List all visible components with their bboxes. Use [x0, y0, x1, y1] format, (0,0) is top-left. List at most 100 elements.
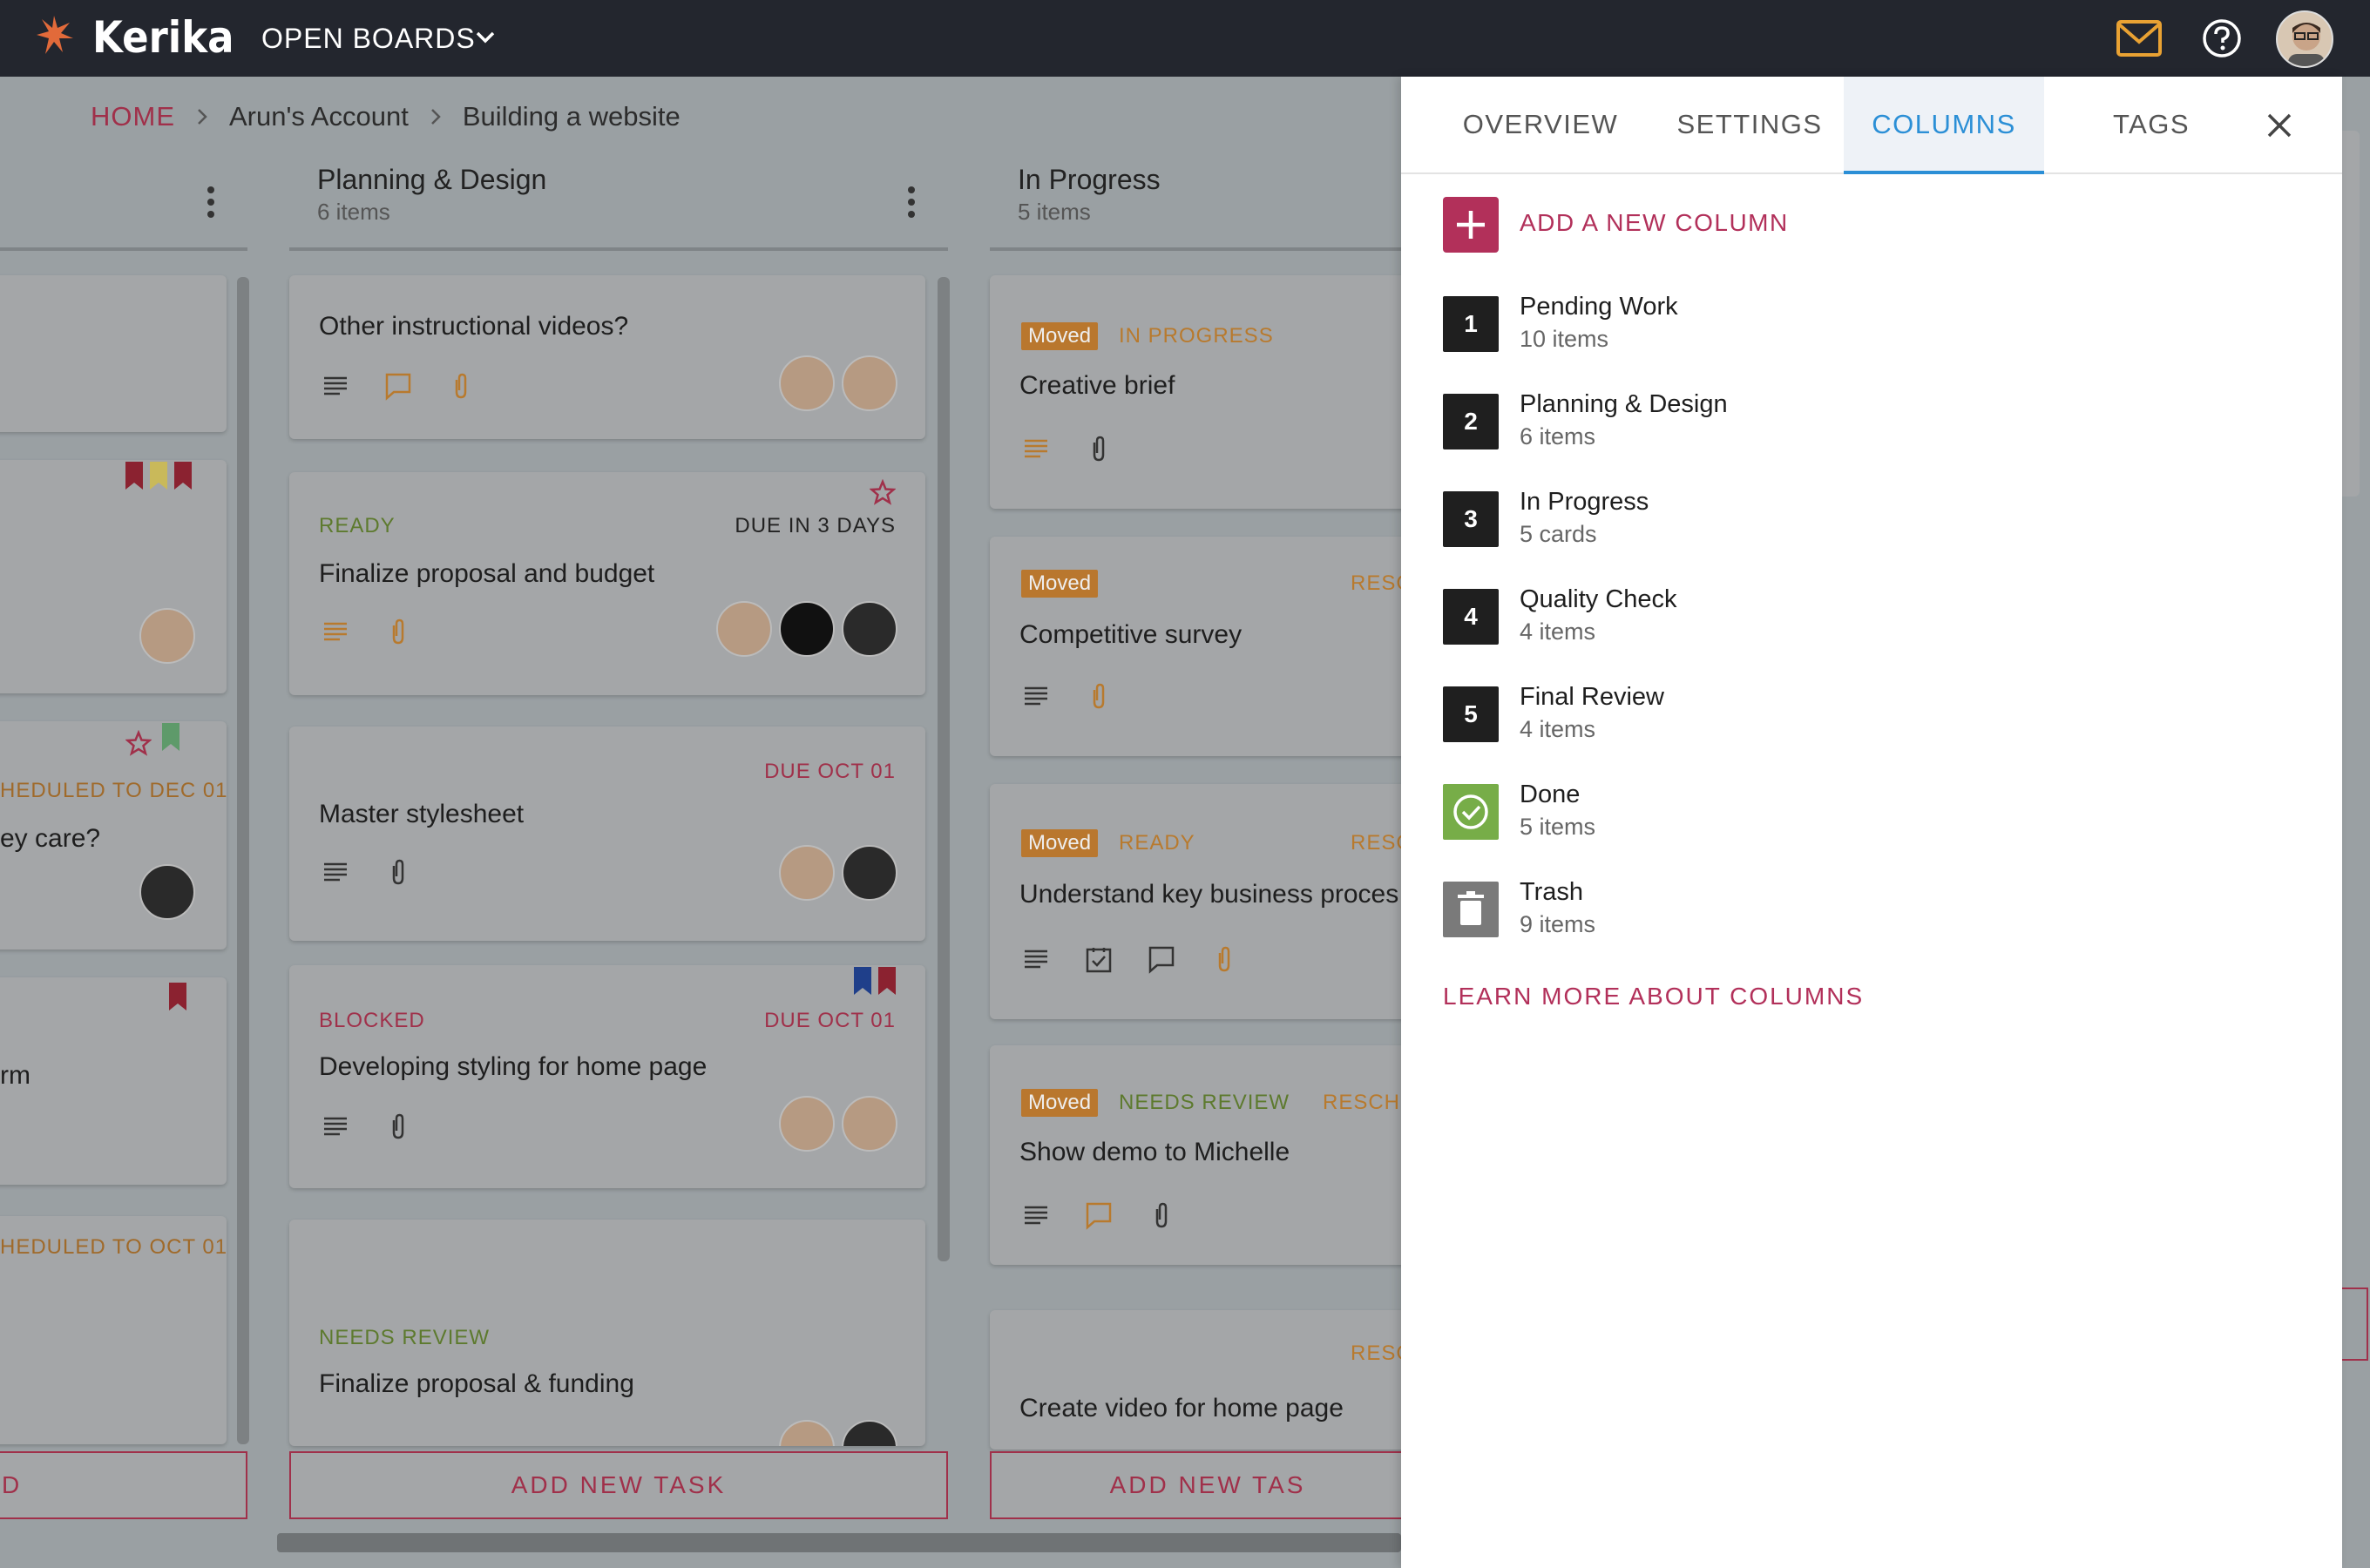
card-title: rm — [0, 1061, 30, 1090]
open-boards-menu[interactable]: OPEN BOARDS — [261, 23, 476, 55]
column-scrollbar[interactable] — [237, 277, 249, 1444]
column-item-count: 5 items — [1520, 814, 1596, 840]
breadcrumb-home[interactable]: HOME — [91, 101, 175, 132]
card-title: Understand key business proces — [1019, 880, 1399, 909]
assignee-avatar[interactable] — [139, 608, 195, 664]
card-status: HEDULED TO DEC 01 — [0, 779, 227, 802]
column-item-count: 4 items — [1520, 716, 1596, 742]
column-count: 6 items — [317, 199, 390, 225]
task-card[interactable]: rm — [0, 977, 227, 1185]
help-icon[interactable] — [2201, 17, 2243, 59]
top-bar: Kerika OPEN BOARDS — [0, 0, 2370, 77]
column-title[interactable]: In Progress — [1018, 164, 1161, 196]
column-list-item[interactable]: 3 In Progress 5 cards — [1443, 484, 2227, 554]
task-card[interactable]: Moved IN PROGRESS Creative brief — [990, 275, 1425, 509]
task-card[interactable]: HEDULED TO OCT 01 — [0, 1216, 227, 1444]
card-status: IN PROGRESS — [1119, 324, 1274, 348]
column-number: 1 — [1443, 296, 1499, 352]
assignee-avatar[interactable] — [842, 1096, 897, 1152]
chevron-right-icon — [430, 109, 441, 125]
learn-more-link[interactable]: LEARN MORE ABOUT COLUMNS — [1443, 983, 1864, 1010]
kebab-icon[interactable] — [206, 185, 216, 220]
tab-settings[interactable]: SETTINGS — [1662, 77, 1837, 174]
close-icon[interactable] — [2262, 108, 2297, 143]
flag-icon — [174, 462, 192, 490]
assignee-avatar[interactable] — [779, 355, 835, 411]
chevron-down-icon[interactable] — [472, 24, 498, 51]
attachment-icon — [1218, 946, 1230, 972]
add-task-button[interactable]: ADD NEW TAS — [990, 1451, 1425, 1519]
add-column-button[interactable] — [1443, 197, 1499, 253]
column-list-item[interactable]: 5 Final Review 4 items — [1443, 679, 2227, 749]
assignee-avatar[interactable] — [779, 601, 835, 657]
assignee-avatar[interactable] — [842, 1420, 897, 1446]
add-task-button[interactable]: ADD NEW TASK — [289, 1451, 948, 1519]
task-card[interactable]: Moved RESC Competitive survey — [990, 537, 1425, 756]
card-status: BLOCKED — [319, 1009, 425, 1032]
task-card[interactable]: RESC Create video for home page — [990, 1310, 1425, 1450]
column-name: Done — [1520, 781, 1581, 808]
column-list-item[interactable]: Trash 9 items — [1443, 875, 2227, 944]
task-card[interactable] — [2342, 131, 2360, 497]
column-scrollbar[interactable] — [938, 277, 950, 1261]
column-list-item[interactable]: 4 Quality Check 4 items — [1443, 582, 2227, 652]
assignee-avatar[interactable] — [139, 864, 195, 920]
assignee-avatar[interactable] — [779, 1420, 835, 1446]
flag-icon — [162, 723, 179, 751]
mail-icon[interactable] — [2116, 19, 2163, 57]
moved-badge: Moved — [1021, 829, 1099, 857]
assignee-avatar[interactable] — [842, 355, 897, 411]
task-card[interactable]: BLOCKED DUE OCT 01 Developing styling fo… — [289, 965, 925, 1188]
board-settings-panel: OVERVIEW SETTINGS COLUMNS TAGS ADD A NEW… — [1401, 77, 2342, 1568]
description-icon — [1025, 1206, 1047, 1225]
assignee-avatar[interactable] — [716, 601, 772, 657]
column-count: 5 items — [1018, 199, 1091, 225]
attachment-icon — [1093, 436, 1105, 462]
add-task-button[interactable]: D — [0, 1451, 247, 1519]
brand-logo-text[interactable]: Kerika — [92, 12, 234, 63]
assignee-avatar[interactable] — [842, 601, 897, 657]
chevron-right-icon — [198, 109, 207, 125]
card-title: ey care? — [0, 824, 101, 853]
column-list-item[interactable]: 2 Planning & Design 6 items — [1443, 387, 2227, 456]
task-card[interactable]: HEDULED TO DEC 01 ey care? — [0, 721, 227, 950]
tab-overview[interactable]: OVERVIEW — [1455, 77, 1626, 174]
kerika-logo-icon[interactable] — [35, 12, 75, 57]
board-horizontal-scrollbar[interactable] — [277, 1533, 1401, 1552]
column-list-item[interactable]: Done 5 items — [1443, 777, 2227, 847]
add-task-button[interactable] — [2342, 1288, 2368, 1361]
card-title: Other instructional videos? — [319, 312, 629, 341]
task-card[interactable] — [0, 275, 227, 432]
breadcrumb-account[interactable]: Arun's Account — [229, 101, 409, 132]
task-card[interactable]: Moved READY RESC Understand key business… — [990, 784, 1425, 1019]
tab-tags[interactable]: TAGS — [2095, 77, 2208, 174]
assignee-avatar[interactable] — [779, 1096, 835, 1152]
column-divider — [990, 247, 1401, 251]
task-card[interactable] — [0, 460, 227, 693]
card-status: READY — [319, 514, 396, 537]
kebab-icon[interactable] — [906, 185, 917, 220]
column-number: 5 — [1443, 686, 1499, 742]
task-card[interactable]: NEEDS REVIEW Finalize proposal & funding — [289, 1220, 925, 1446]
task-card[interactable]: Other instructional videos? — [289, 275, 925, 439]
star-icon[interactable] — [125, 730, 152, 756]
description-icon — [1025, 686, 1047, 706]
panel-tabs: OVERVIEW SETTINGS COLUMNS TAGS — [1401, 77, 2342, 174]
star-icon[interactable] — [870, 479, 896, 505]
task-card[interactable]: READY DUE IN 3 DAYS Finalize proposal an… — [289, 472, 925, 695]
column-list-item[interactable]: 1 Pending Work 10 items — [1443, 289, 2227, 359]
column-item-count: 10 items — [1520, 326, 1609, 352]
column-item-count: 4 items — [1520, 618, 1596, 645]
add-column-label[interactable]: ADD A NEW COLUMN — [1520, 209, 1789, 237]
description-icon — [324, 862, 347, 882]
task-card[interactable]: Moved NEEDS REVIEW RESCHE Show demo to M… — [990, 1045, 1425, 1265]
tab-columns[interactable]: COLUMNS — [1844, 77, 2044, 174]
task-card[interactable]: DUE OCT 01 Master stylesheet — [289, 727, 925, 941]
card-title: Create video for home page — [1019, 1394, 1344, 1423]
assignee-avatar[interactable] — [779, 845, 835, 901]
user-avatar[interactable] — [2276, 10, 2333, 68]
assignee-avatar[interactable] — [842, 845, 897, 901]
moved-badge: Moved — [1021, 1089, 1099, 1117]
column-title[interactable]: Planning & Design — [317, 164, 546, 196]
card-title: Show demo to Michelle — [1019, 1138, 1290, 1166]
